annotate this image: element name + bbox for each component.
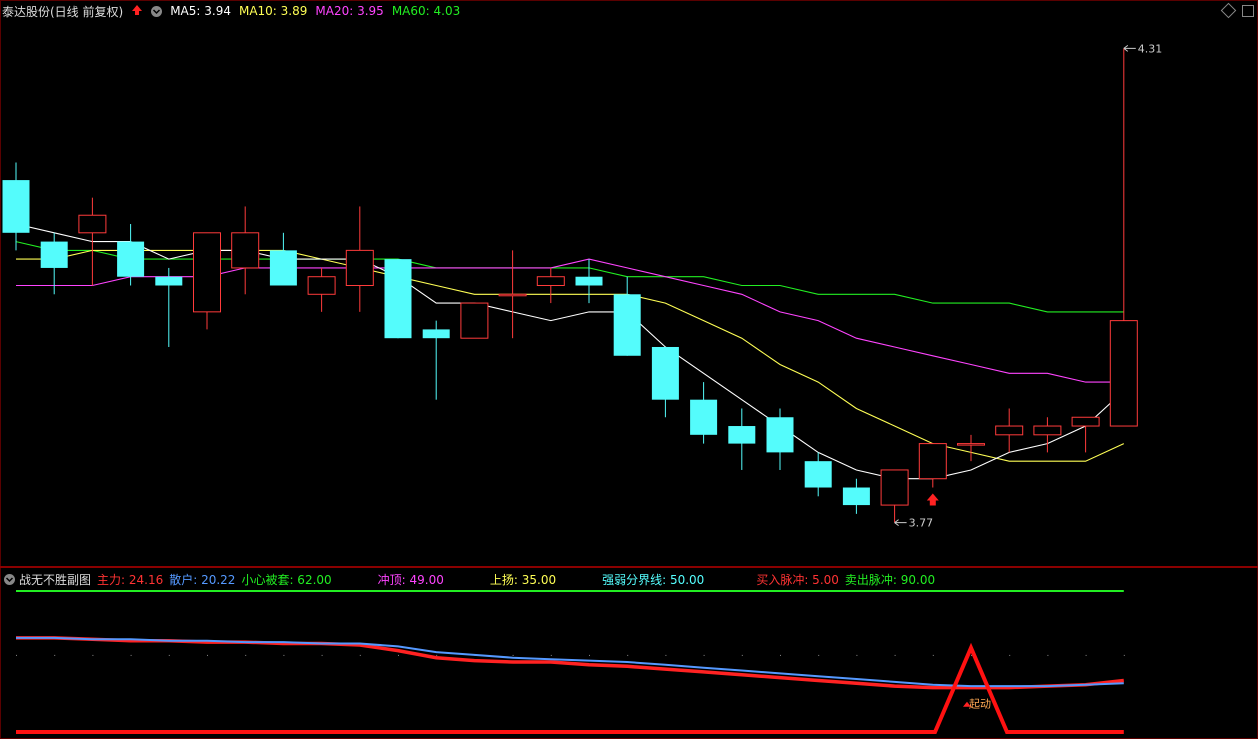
reference-dot	[245, 654, 247, 656]
ma10-value: MA10: 3.89	[238, 4, 308, 18]
indicator-qiangruo: 强弱分界线: 50.00	[602, 572, 705, 587]
reference-dot	[971, 654, 972, 656]
indicator-shangyang: 上扬: 35.00	[489, 572, 557, 587]
reference-dot	[550, 654, 552, 656]
reference-dot	[168, 654, 170, 656]
reference-dot	[54, 654, 56, 656]
indicator-zhuli: 主力: 24.16	[97, 572, 164, 587]
reference-dot	[856, 654, 858, 656]
reference-dot	[92, 654, 94, 656]
reference-dot	[741, 654, 743, 656]
ma20-value: MA20: 3.95	[315, 4, 384, 18]
window-icon[interactable]	[1242, 5, 1254, 17]
reference-dot	[818, 654, 820, 656]
reference-dot	[398, 654, 399, 656]
reference-dot	[627, 654, 629, 656]
chevron-down-icon[interactable]	[151, 5, 163, 17]
reference-dot	[589, 654, 590, 656]
reference-dot	[130, 654, 132, 656]
reference-dot	[932, 654, 934, 656]
reference-dot	[1085, 654, 1087, 656]
indicator-sanhu: 散户: 20.22	[169, 572, 236, 587]
reference-dot	[321, 654, 323, 656]
indicator-chongding: 冲顶: 49.00	[377, 572, 444, 587]
indicator-buy-pulse: 买入脉冲: 5.00	[756, 572, 839, 587]
main-header: 泰达股份(日线 前复权) MA5: 3.94 MA10: 3.89 MA20: …	[0, 0, 1258, 22]
reference-dot	[359, 654, 361, 656]
signal-label: 起动	[969, 697, 991, 710]
up-arrow-icon	[131, 4, 143, 19]
reference-dot	[780, 654, 781, 656]
reference-dot	[1047, 654, 1049, 656]
sub-indicator-chart[interactable]: 起动	[0, 0, 1258, 739]
chevron-down-icon[interactable]	[4, 573, 15, 585]
reference-dot	[1123, 654, 1125, 656]
ma5-value: MA5: 3.94	[170, 4, 231, 18]
reference-dot	[207, 654, 208, 656]
ma60-value: MA60: 4.03	[391, 4, 461, 18]
indicator-xinxin-beitao: 小心被套: 62.00	[241, 572, 332, 587]
sub-header: 战无不胜副图 主力: 24.16 散户: 20.22 小心被套: 62.00 冲…	[0, 569, 1258, 589]
indicator-sell-pulse: 卖出脉冲: 90.00	[844, 572, 936, 587]
reference-dot	[283, 654, 285, 656]
reference-dot	[703, 654, 705, 656]
reference-dot	[665, 654, 667, 656]
reference-dot	[1009, 654, 1011, 656]
sub-panel-title[interactable]: 战无不胜副图	[19, 571, 91, 588]
panel-separator	[0, 566, 1258, 568]
reference-dot	[894, 654, 896, 656]
reference-dot	[512, 654, 514, 656]
stock-title[interactable]: 泰达股份(日线 前复权)	[2, 3, 123, 20]
reference-dot	[436, 654, 438, 656]
reference-dot	[16, 654, 17, 656]
